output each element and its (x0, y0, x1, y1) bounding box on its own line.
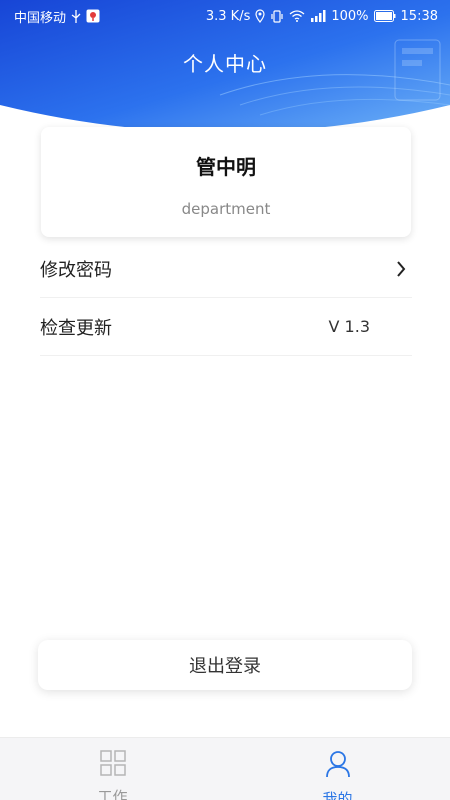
tab-work-label: 工作 (97, 788, 128, 800)
check-update-label: 检查更新 (40, 317, 112, 339)
grid-icon (99, 750, 126, 780)
clock: 15:38 (400, 8, 438, 24)
tab-mine[interactable]: 我的 (225, 738, 450, 800)
chevron-right-icon (396, 260, 406, 277)
bottom-tab-bar: 工作 我的 (0, 737, 450, 800)
location-app-icon (86, 9, 100, 23)
tab-mine-label: 我的 (322, 790, 353, 800)
settings-menu: 修改密码 检查更新 V 1.3 (40, 240, 412, 356)
user-icon (325, 750, 351, 782)
gps-icon (255, 9, 265, 23)
change-password-item[interactable]: 修改密码 (40, 240, 412, 298)
battery-icon (373, 10, 396, 22)
user-name: 管中明 (196, 155, 256, 179)
signal-icon (310, 10, 326, 22)
network-speed: 3.3 K/s (205, 8, 251, 24)
user-department: department (181, 200, 271, 218)
change-password-label: 修改密码 (40, 259, 112, 281)
version-label: V 1.3 (328, 317, 370, 336)
vibrate-icon (270, 9, 284, 23)
status-bar: 中国移动 3.3 K/s 100% 15:38 (0, 0, 450, 32)
profile-card: 管中明 department (41, 127, 411, 237)
wifi-icon (289, 10, 305, 22)
page-title: 个人中心 (183, 52, 267, 76)
check-update-item[interactable]: 检查更新 V 1.3 (40, 298, 412, 356)
logout-button[interactable]: 退出登录 (38, 640, 412, 690)
carrier-label: 中国移动 (14, 10, 67, 26)
battery-percent: 100% (331, 8, 369, 24)
tab-work[interactable]: 工作 (0, 738, 225, 800)
usb-icon (71, 9, 81, 23)
